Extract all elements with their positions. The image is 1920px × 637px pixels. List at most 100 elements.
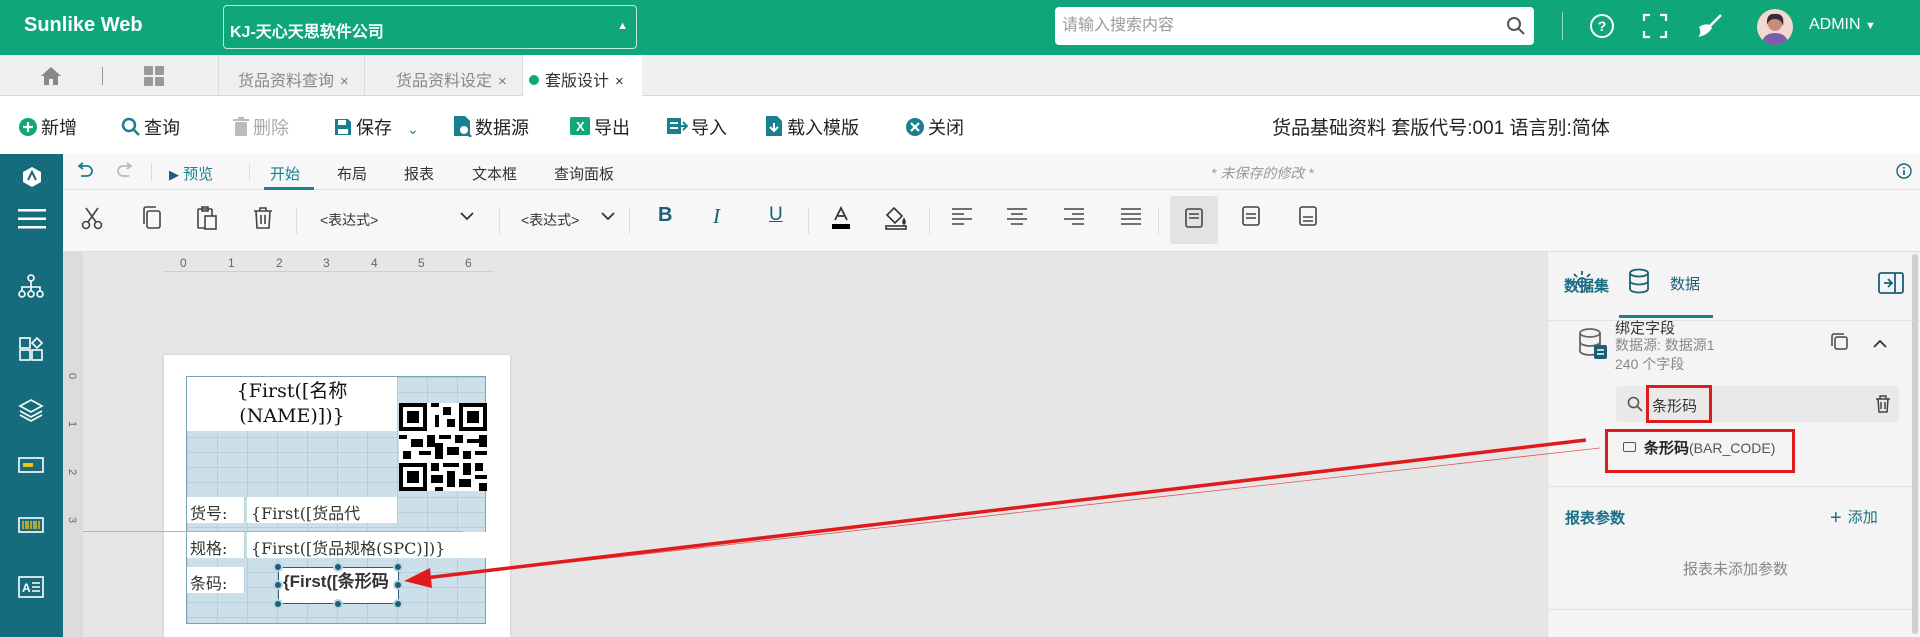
redo-icon[interactable] <box>117 162 135 183</box>
data-tab[interactable]: 数据 <box>1619 252 1713 318</box>
spec-field-textbox[interactable]: {First([货品规格(SPC)])} <box>247 532 487 558</box>
panel-collapse-icon[interactable] <box>1878 271 1904 300</box>
tab-goods-settings[interactable]: 货品资料设定 × <box>364 55 522 96</box>
chevron-up-icon[interactable] <box>1873 334 1887 354</box>
text-box-icon[interactable]: A <box>18 576 44 603</box>
chevron-down-icon <box>460 208 474 224</box>
resize-handle[interactable] <box>393 580 403 590</box>
resize-handle[interactable] <box>273 580 283 590</box>
resize-handle[interactable] <box>393 599 403 609</box>
save-button[interactable]: 保存 ⌄ <box>333 114 419 140</box>
copy-icon[interactable] <box>1831 333 1849 356</box>
italic-icon[interactable]: I <box>713 204 720 229</box>
paste-icon[interactable] <box>196 206 218 235</box>
close-icon[interactable]: × <box>340 73 349 90</box>
logo-hex-icon[interactable] <box>22 166 42 193</box>
ribbon-divider <box>808 208 809 234</box>
import-button[interactable]: 导入 <box>666 114 727 140</box>
valign-bottom-icon[interactable] <box>1299 206 1317 231</box>
ruler-tick: 0 <box>180 256 187 270</box>
resize-handle[interactable] <box>333 599 343 609</box>
avatar[interactable] <box>1757 9 1793 45</box>
export-button[interactable]: X 导出 <box>569 114 630 140</box>
cut-icon[interactable] <box>81 206 103 235</box>
tab-label: 货品资料查询 <box>238 73 335 90</box>
search-input[interactable] <box>1055 7 1475 45</box>
valign-top-icon[interactable] <box>1170 196 1218 244</box>
align-justify-icon[interactable] <box>1120 206 1142 231</box>
clean-broom-icon[interactable] <box>1695 13 1723 44</box>
copy-icon[interactable] <box>142 206 162 235</box>
scrollbar-thumb[interactable] <box>1912 254 1918 634</box>
help-icon[interactable]: ? <box>1589 13 1615 44</box>
fill-color-icon[interactable] <box>884 206 908 235</box>
name-field-textbox[interactable]: {First([名称 (NAME)])} <box>187 377 397 431</box>
close-button[interactable]: 关闭 <box>905 114 964 140</box>
align-right-icon[interactable] <box>1063 206 1085 231</box>
new-button[interactable]: 新增 <box>18 114 77 140</box>
load-template-label: 载入模版 <box>787 118 859 138</box>
info-icon[interactable] <box>1896 163 1912 184</box>
svg-text:X: X <box>576 119 585 134</box>
align-center-icon[interactable] <box>1006 206 1028 231</box>
tab-template-design[interactable]: 套版设计 × <box>522 55 642 96</box>
valign-middle-icon[interactable] <box>1242 206 1260 231</box>
brand-logo[interactable]: Sunlike Web <box>24 14 143 37</box>
panel-divider <box>1548 486 1920 487</box>
resize-handle[interactable] <box>393 562 403 572</box>
tab-query-panel[interactable]: 查询面板 <box>554 163 614 184</box>
barcode-icon[interactable] <box>18 516 44 539</box>
tab-goods-query[interactable]: 货品资料查询 × <box>218 55 364 96</box>
ribbon-divider <box>1158 208 1159 234</box>
item-no-field-textbox[interactable]: {First([货品代 <box>247 497 397 523</box>
modules-icon[interactable] <box>18 336 44 367</box>
close-icon[interactable]: × <box>498 73 507 90</box>
align-left-icon[interactable] <box>951 206 973 231</box>
close-label: 关闭 <box>928 118 964 138</box>
apps-grid-icon[interactable] <box>143 65 165 92</box>
undo-icon[interactable] <box>75 162 93 183</box>
chevron-down-icon[interactable]: ⌄ <box>407 121 419 137</box>
expression-select-1[interactable]: <表达式> <box>320 210 490 230</box>
tab-textbox[interactable]: 文本框 <box>472 163 517 184</box>
close-icon[interactable]: × <box>615 73 624 90</box>
design-surface[interactable]: 0 1 2 3 4 5 6 0 1 2 3 {First([名称 (NAME)]… <box>63 252 1547 637</box>
resize-handle[interactable] <box>273 562 283 572</box>
company-selector[interactable]: KJ-天心天思软件公司 ▲ <box>223 5 637 49</box>
org-tree-icon[interactable] <box>18 274 44 303</box>
ruler-tick: 2 <box>66 468 79 476</box>
tab-start[interactable]: 开始 <box>270 163 300 184</box>
tab-report[interactable]: 报表 <box>404 163 434 184</box>
resize-handle[interactable] <box>333 562 343 572</box>
tab-layout[interactable]: 布局 <box>337 163 367 184</box>
band-separator <box>83 531 463 532</box>
layers-icon[interactable] <box>18 398 44 427</box>
delete-icon[interactable] <box>253 206 273 235</box>
field-highlight-box <box>1605 429 1795 473</box>
search-icon[interactable] <box>1506 16 1526 41</box>
delete-button[interactable]: 删除 <box>232 114 289 140</box>
underline-icon[interactable]: U <box>769 204 783 226</box>
bold-icon[interactable]: B <box>658 204 672 227</box>
datasource-button[interactable]: 数据源 <box>452 114 529 140</box>
resize-handle[interactable] <box>273 599 283 609</box>
panel-scrollbar[interactable] <box>1911 252 1919 637</box>
label-band[interactable]: {First([名称 (NAME)])} 货号: {First([货品代 规格:… <box>186 376 487 624</box>
label-icon[interactable] <box>18 456 44 479</box>
preview-button[interactable]: ▶ 预览 <box>169 163 213 184</box>
expression-select-2[interactable]: <表达式> <box>521 210 621 230</box>
fullscreen-icon[interactable] <box>1642 13 1668 44</box>
menu-hamburger-icon[interactable] <box>18 208 46 235</box>
trash-icon[interactable] <box>1875 395 1891 418</box>
load-template-button[interactable]: 载入模版 <box>764 114 859 140</box>
add-param-button[interactable]: + 添加 <box>1830 506 1878 530</box>
font-color-icon[interactable] <box>830 205 852 235</box>
global-search[interactable] <box>1055 7 1534 45</box>
datasource-label: 数据源 <box>475 118 529 138</box>
qr-code[interactable] <box>399 403 487 491</box>
query-button[interactable]: 查询 <box>121 114 180 140</box>
dataset-section-title: 数据集 <box>1564 278 1610 295</box>
home-icon[interactable] <box>40 66 62 91</box>
report-page[interactable]: {First([名称 (NAME)])} 货号: {First([货品代 规格:… <box>164 355 510 637</box>
user-menu[interactable]: ADMIN ▼ <box>1809 16 1876 34</box>
